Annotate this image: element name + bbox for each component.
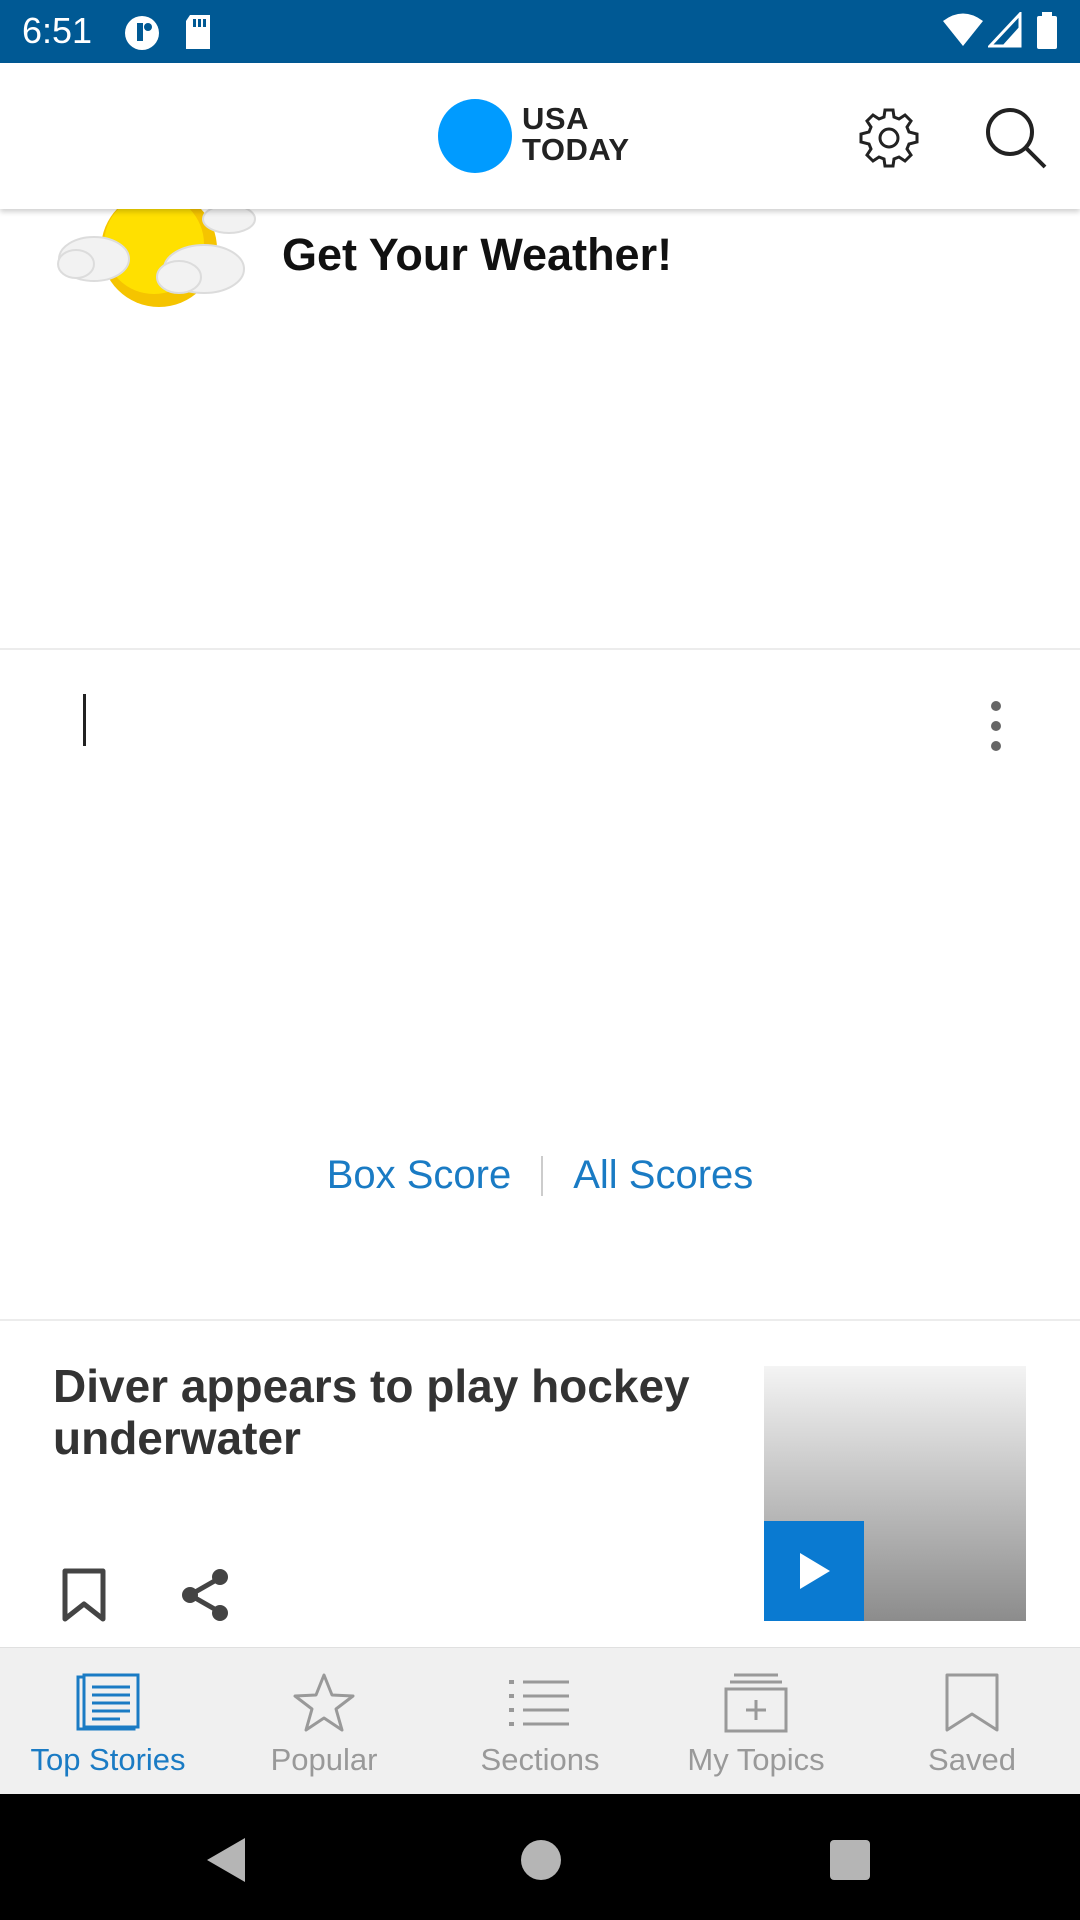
box-score-link[interactable]: Box Score xyxy=(327,1153,512,1198)
cellular-signal-icon xyxy=(986,10,1022,53)
usa-today-logo-text[interactable]: USA TODAY xyxy=(522,103,630,165)
nav-label: Saved xyxy=(928,1742,1016,1777)
logo-line-2: TODAY xyxy=(522,132,630,167)
weather-title[interactable]: Get Your Weather! xyxy=(282,229,672,281)
top-stories-icon xyxy=(72,1670,144,1736)
system-navigation-bar xyxy=(0,1794,1080,1920)
bookmark-icon xyxy=(936,1670,1008,1736)
divider xyxy=(0,648,1080,650)
text-cursor xyxy=(83,694,86,746)
gear-icon[interactable] xyxy=(854,103,924,173)
share-icon[interactable] xyxy=(170,1560,240,1630)
more-options-icon[interactable] xyxy=(980,701,1012,751)
logo-line-1: USA xyxy=(522,101,589,136)
bookmark-icon[interactable] xyxy=(49,1560,119,1630)
nav-label: My Topics xyxy=(687,1742,825,1777)
search-icon[interactable] xyxy=(981,103,1051,173)
nav-saved[interactable]: Saved xyxy=(864,1648,1080,1794)
scores-card: Box Score All Scores xyxy=(0,651,1080,1319)
all-scores-link[interactable]: All Scores xyxy=(573,1153,753,1198)
nav-label: Top Stories xyxy=(30,1742,186,1777)
nav-my-topics[interactable]: My Topics xyxy=(648,1648,864,1794)
weather-card[interactable]: Get Your Weather! xyxy=(0,191,1080,649)
nav-top-stories[interactable]: Top Stories xyxy=(0,1648,216,1794)
recents-icon[interactable] xyxy=(820,1830,880,1890)
list-icon xyxy=(504,1670,576,1736)
divider xyxy=(0,1319,1080,1321)
story-card[interactable]: Diver appears to play hockey underwater xyxy=(0,1322,1080,1647)
status-bar: 6:51 xyxy=(0,0,1080,63)
my-topics-icon xyxy=(720,1670,792,1736)
story-title[interactable]: Diver appears to play hockey underwater xyxy=(53,1360,733,1464)
star-icon xyxy=(288,1670,360,1736)
score-separator xyxy=(541,1155,544,1196)
nav-popular[interactable]: Popular xyxy=(216,1648,432,1794)
wifi-icon xyxy=(942,12,984,53)
play-button[interactable] xyxy=(764,1521,864,1621)
sd-card-icon xyxy=(182,13,214,56)
score-links: Box Score All Scores xyxy=(0,1153,1080,1198)
status-time: 6:51 xyxy=(22,10,93,51)
app-notification-icon xyxy=(122,13,162,58)
nav-sections[interactable]: Sections xyxy=(432,1648,648,1794)
back-icon[interactable] xyxy=(195,1830,255,1890)
nav-label: Popular xyxy=(270,1742,378,1777)
story-video-thumbnail[interactable] xyxy=(764,1366,1026,1621)
battery-icon xyxy=(1036,12,1058,55)
bottom-navigation: Top Stories Popular Sections My Topics S… xyxy=(0,1647,1080,1794)
weather-sun-cloud-icon xyxy=(54,191,264,329)
app-header: USA TODAY xyxy=(0,63,1080,209)
play-icon xyxy=(800,1553,830,1589)
usa-today-logo-circle[interactable] xyxy=(438,99,512,173)
home-icon[interactable] xyxy=(511,1830,571,1890)
nav-label: Sections xyxy=(480,1742,600,1777)
